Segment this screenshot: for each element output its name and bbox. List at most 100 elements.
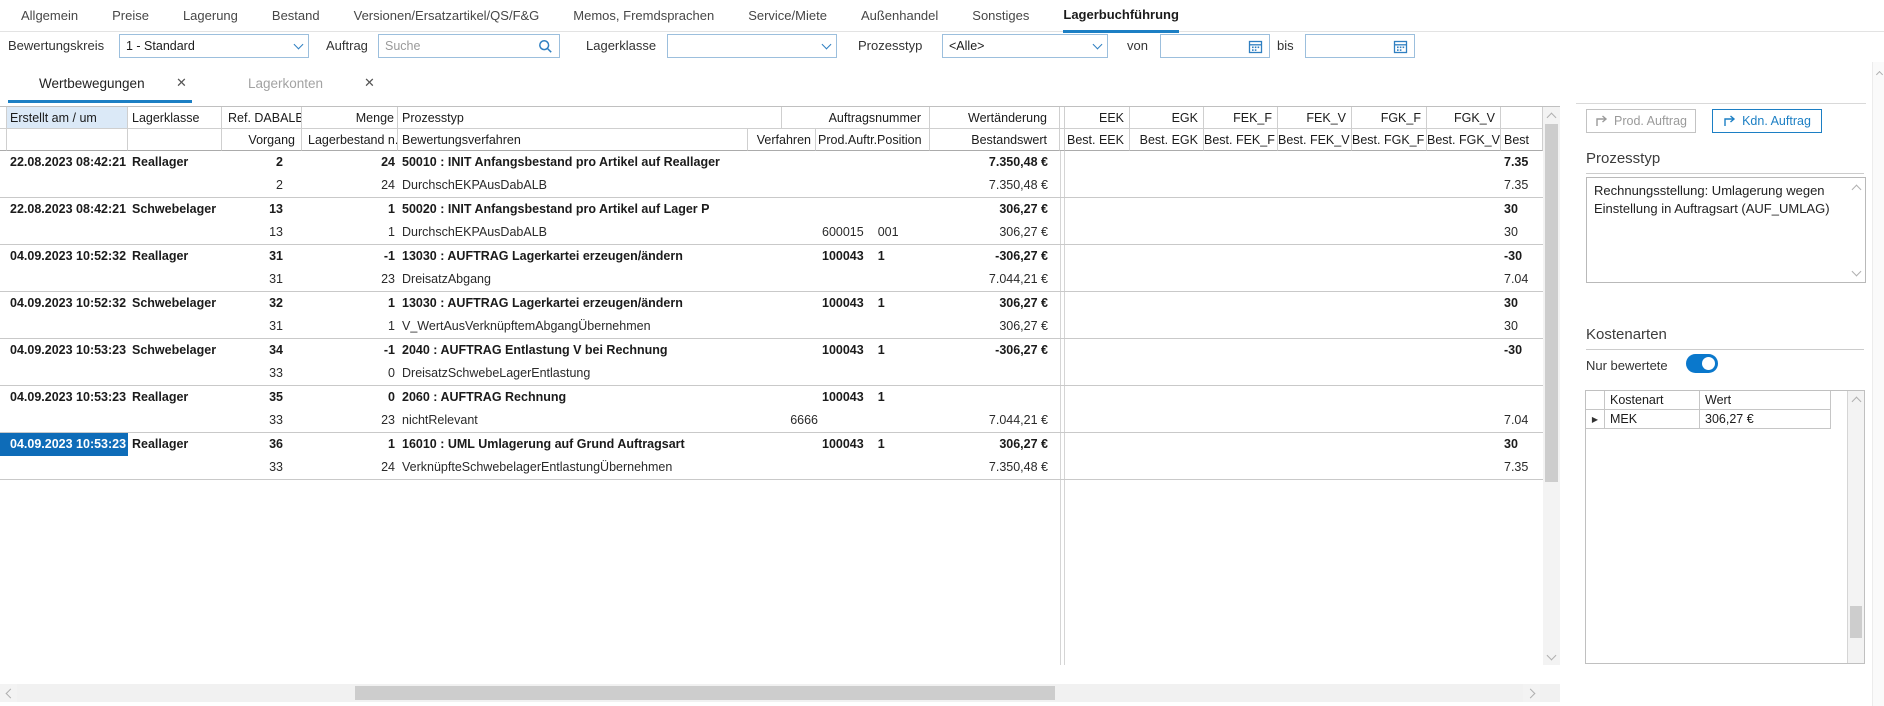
grid-vertical-scrollbar[interactable] [1543, 107, 1560, 665]
column-header-best[interactable]: Best [1501, 129, 1543, 151]
tab-service-miete[interactable]: Service/Miete [748, 0, 827, 31]
scroll-down-icon[interactable] [1543, 649, 1560, 665]
table-row[interactable]: 04.09.2023 10:53:23Schwebelager34-12040 … [0, 339, 1560, 386]
calendar-icon[interactable] [1248, 39, 1263, 54]
kostenarten-header-kostenart[interactable]: Kostenart [1605, 391, 1700, 410]
column-header-ref-dabalb[interactable]: Ref. DABALB [222, 107, 302, 129]
cell-kosten [1278, 292, 1352, 315]
cell-vorgang: 13 [222, 221, 302, 244]
column-header-vorgang[interactable]: Vorgang [222, 129, 302, 151]
column-header-best-eek[interactable]: Best. EEK [1065, 129, 1130, 151]
scroll-up-icon[interactable] [1543, 107, 1560, 123]
cell-kosten [1204, 292, 1278, 315]
table-row[interactable]: 04.09.2023 10:53:23Reallager36116010 : U… [0, 433, 1560, 480]
cell-empty [7, 221, 128, 244]
cell-best: 30 [1501, 221, 1543, 244]
scroll-up-icon[interactable] [1848, 179, 1864, 195]
column-header-erstellt-am-um[interactable]: Erstellt am / um [7, 107, 128, 129]
column-header-best-fek_f[interactable]: Best. FEK_F [1204, 129, 1278, 151]
column-header-menge[interactable]: Menge [302, 107, 398, 129]
textbox-scrollbar[interactable] [1848, 179, 1864, 281]
table-row[interactable]: 04.09.2023 10:53:23Reallager3502060 : AU… [0, 386, 1560, 433]
tab-allgemein[interactable]: Allgemein [21, 0, 78, 31]
table-row[interactable]: 04.09.2023 10:52:32Reallager31-113030 : … [0, 245, 1560, 292]
cell-empty [128, 409, 222, 432]
kdn-auftrag-button[interactable]: Kdn. Auftrag [1712, 109, 1822, 133]
scrollbar-thumb[interactable] [1545, 124, 1558, 482]
close-icon[interactable]: ✕ [176, 75, 187, 91]
prozesstyp-value: <Alle> [949, 39, 1094, 53]
bewertungskreis-dropdown[interactable]: 1 - Standard [119, 34, 309, 58]
tab-lagerbuchführung[interactable]: Lagerbuchführung [1063, 0, 1179, 33]
cell-menge: -1 [302, 245, 398, 268]
chevron-down-icon [294, 40, 304, 50]
column-header-eek[interactable]: EEK [1065, 107, 1130, 129]
column-header-egk[interactable]: EGK [1130, 107, 1204, 129]
column-header-fgk_f[interactable]: FGK_F [1352, 107, 1427, 129]
prozesstyp-dropdown[interactable]: <Alle> [942, 34, 1108, 58]
cell-empty [128, 174, 222, 197]
cell-kosten [1352, 221, 1427, 244]
close-icon[interactable]: ✕ [364, 75, 375, 91]
column-header-bestandswert[interactable]: Bestandswert [930, 129, 1060, 151]
cell-lagerbestand: 24 [302, 456, 398, 479]
tab-versionen-ersatzartikel-qs-f-g[interactable]: Versionen/Ersatzartikel/QS/F&G [354, 0, 540, 31]
column-header-bewertungsverfahren[interactable]: Bewertungsverfahren [398, 129, 748, 151]
table-row[interactable]: 22.08.2023 08:42:21Reallager22450010 : I… [0, 151, 1560, 198]
cell-kosten [1065, 456, 1130, 479]
calendar-icon[interactable] [1393, 39, 1408, 54]
scroll-up-icon[interactable] [1848, 391, 1864, 407]
tab-preise[interactable]: Preise [112, 0, 149, 31]
tab-wertbewegungen[interactable]: Wertbewegungen [39, 76, 145, 91]
column-header-prozesstyp[interactable]: Prozesstyp [398, 107, 782, 129]
kostenarten-header-wert[interactable]: Wert [1700, 391, 1831, 410]
column-header-best-fgk_f[interactable]: Best. FGK_F [1352, 129, 1427, 151]
column-header-auftragsnummer[interactable]: Auftragsnummer [782, 107, 930, 129]
column-header-best-fgk_v[interactable]: Best. FGK_V [1427, 129, 1501, 151]
tab-lagerung[interactable]: Lagerung [183, 0, 238, 31]
table-row[interactable]: 22.08.2023 08:42:21Schwebelager13150020 … [0, 198, 1560, 245]
scrollbar-thumb[interactable] [355, 686, 1055, 700]
window-scrollbar[interactable] [1872, 62, 1884, 706]
tab-lagerkonten[interactable]: Lagerkonten [248, 76, 323, 91]
kostenarten-scrollbar[interactable] [1847, 391, 1864, 663]
von-date-input[interactable] [1160, 34, 1270, 58]
column-header-prod-auftr-position[interactable]: Prod.Auftr.Position [816, 129, 930, 151]
tab-außenhandel[interactable]: Außenhandel [861, 0, 938, 31]
column-header-lagerklasse[interactable]: Lagerklasse [128, 107, 222, 129]
cell-prozesstyp: 50010 : INIT Anfangsbestand pro Artikel … [398, 151, 782, 174]
scroll-left-icon[interactable] [0, 684, 17, 702]
tab-memos-fremdsprachen[interactable]: Memos, Fremdsprachen [573, 0, 714, 31]
column-header-verfahren[interactable]: Verfahren [748, 129, 816, 151]
lagerklasse-dropdown[interactable] [667, 34, 837, 58]
nur-bewertete-toggle[interactable] [1686, 354, 1718, 373]
scrollbar-thumb[interactable] [1850, 606, 1862, 638]
column-header-best-egk[interactable]: Best. EGK [1130, 129, 1204, 151]
scroll-down-icon[interactable] [1848, 265, 1864, 281]
jump-arrow-icon [1723, 115, 1736, 127]
column-header-lagerbestand-n-[interactable]: Lagerbestand n... [302, 129, 398, 151]
auftrag-search-input[interactable]: Suche [378, 34, 560, 58]
cell-empty [7, 456, 128, 479]
column-header-fek_v[interactable]: FEK_V [1278, 107, 1352, 129]
cell-kosten [1427, 221, 1501, 244]
cell-menge: 1 [302, 292, 398, 315]
tab-sonstiges[interactable]: Sonstiges [972, 0, 1029, 31]
bis-date-input[interactable] [1305, 34, 1415, 58]
cell-wertaenderung: -306,27 € [930, 339, 1060, 362]
kostenarten-row[interactable]: ▶MEK306,27 € [1586, 410, 1864, 429]
column-header-wertänderung[interactable]: Wertänderung [930, 107, 1060, 129]
prozesstyp-description-box[interactable]: Rechnungsstellung: Umlagerung wegen Eins… [1586, 177, 1866, 283]
cell-bewertungsverfahren: DurchschEKPAusDabALB [398, 221, 782, 244]
table-row[interactable]: 04.09.2023 10:52:32Schwebelager32113030 … [0, 292, 1560, 339]
grid-horizontal-scrollbar[interactable] [0, 684, 1560, 702]
search-icon[interactable] [538, 39, 553, 54]
column-header-best-fek_v[interactable]: Best. FEK_V [1278, 129, 1352, 151]
column-header-fgk_v[interactable]: FGK_V [1427, 107, 1501, 129]
scroll-up-icon[interactable] [1873, 64, 1884, 80]
tab-bestand[interactable]: Bestand [272, 0, 320, 31]
prod-auftrag-button[interactable]: Prod. Auftrag [1586, 109, 1696, 133]
column-header-fek_f[interactable]: FEK_F [1204, 107, 1278, 129]
cell-empty [128, 456, 222, 479]
scroll-right-icon[interactable] [1523, 684, 1540, 702]
